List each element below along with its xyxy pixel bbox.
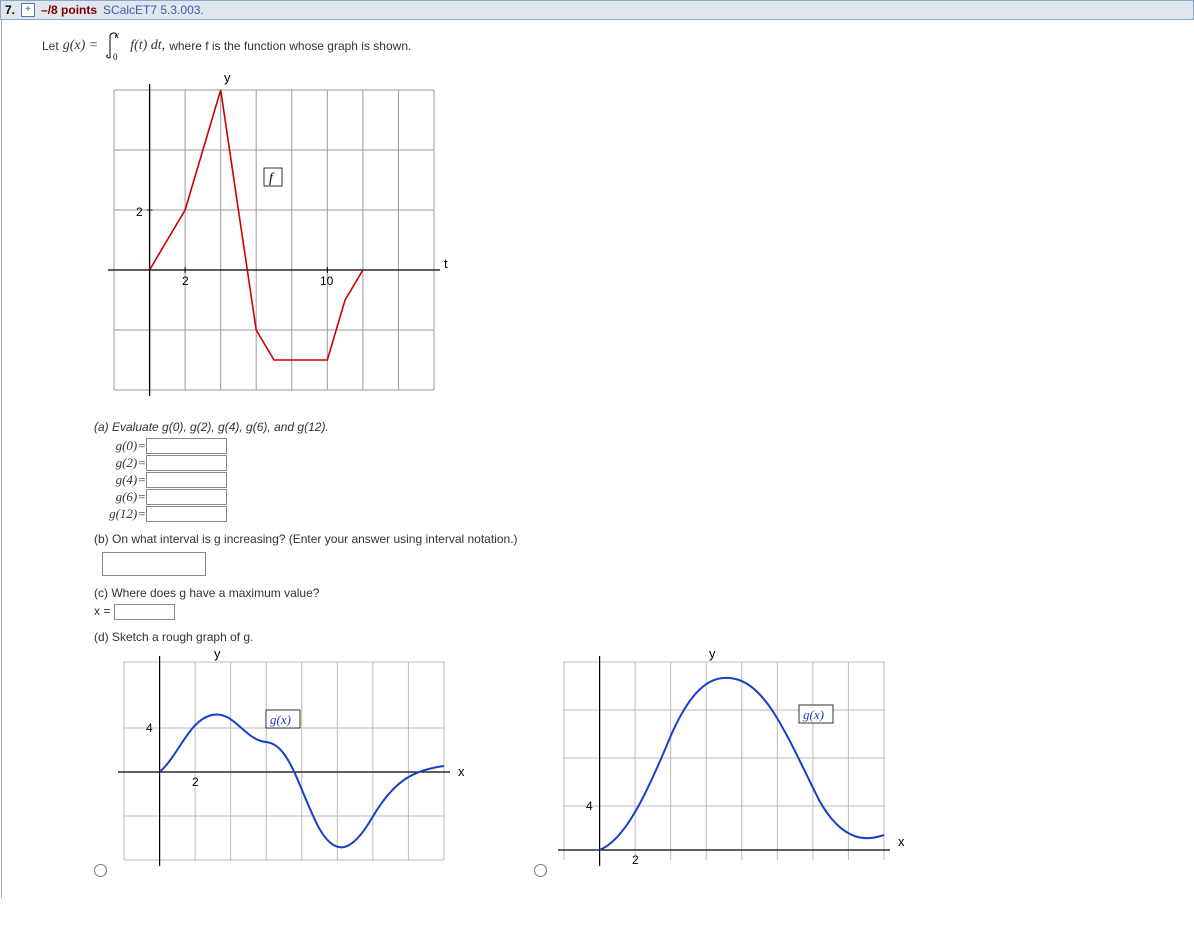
thumb-2: y x 4 2 g(x) — [534, 650, 914, 880]
stmt-gx: g(x) = — [63, 38, 99, 54]
svg-text:g(x): g(x) — [803, 707, 824, 722]
input-g12[interactable] — [146, 506, 227, 522]
problem-statement: Let g(x) = x 0 f(t) dt, where f is the f… — [42, 30, 1184, 62]
thumb-1-graph: y x 4 2 g(x) — [94, 650, 474, 880]
question-number: 7. — [5, 3, 15, 17]
radio-thumb-1[interactable] — [94, 864, 107, 877]
svg-text:x: x — [458, 764, 465, 779]
row-g12: g(12)= — [102, 506, 1184, 522]
row-g4: g(4)= — [102, 472, 1184, 488]
svg-text:2: 2 — [632, 853, 639, 867]
expand-icon[interactable]: + — [21, 3, 35, 17]
part-b-text: (b) On what interval is g increasing? (E… — [94, 532, 1184, 546]
row-g2: g(2)= — [102, 455, 1184, 471]
y-axis-label: y — [224, 70, 231, 85]
svg-text:0: 0 — [113, 52, 118, 62]
row-g6: g(6)= — [102, 489, 1184, 505]
part-c-row: x = — [94, 604, 1184, 620]
thumbnail-row: y x 4 2 g(x) — [94, 650, 1184, 880]
part-a-inputs: g(0)= g(2)= g(4)= g(6)= g(12)= — [102, 438, 1184, 522]
x-tick-10: 10 — [320, 274, 334, 288]
radio-thumb-2[interactable] — [534, 864, 547, 877]
label-g6: g(6)= — [102, 489, 146, 505]
label-x-eq: x = — [94, 604, 110, 618]
label-g12: g(12)= — [102, 506, 146, 522]
input-g2[interactable] — [146, 455, 227, 471]
label-g0: g(0)= — [102, 438, 146, 454]
stmt-lead: Let — [42, 39, 59, 53]
part-a-text: (a) Evaluate g(0), g(2), g(4), g(6), and… — [94, 420, 1184, 434]
row-g0: g(0)= — [102, 438, 1184, 454]
x-axis-label: t — [444, 256, 448, 271]
points-label: –/8 points — [41, 3, 97, 17]
textbook-ref: SCalcET7 5.3.003. — [103, 3, 204, 17]
curve-label-box — [264, 168, 282, 186]
svg-text:4: 4 — [586, 799, 593, 813]
thumb-1: y x 4 2 g(x) — [94, 650, 474, 880]
svg-text:x: x — [898, 834, 905, 849]
label-g4: g(4)= — [102, 472, 146, 488]
input-g6[interactable] — [146, 489, 227, 505]
svg-text:y: y — [214, 650, 221, 661]
stmt-tail: where f is the function whose graph is s… — [169, 39, 411, 53]
part-d-text: (d) Sketch a rough graph of g. — [94, 630, 1184, 644]
input-xmax[interactable] — [114, 604, 175, 620]
y-tick-2: 2 — [136, 205, 143, 219]
thumb-2-graph: y x 4 2 g(x) — [534, 650, 914, 880]
question-body: Let g(x) = x 0 f(t) dt, where f is the f… — [1, 20, 1194, 898]
stmt-integrand: f(t) dt, — [130, 38, 165, 54]
svg-text:2: 2 — [192, 775, 199, 789]
label-g2: g(2)= — [102, 455, 146, 471]
svg-text:y: y — [709, 650, 716, 661]
svg-text:x: x — [114, 30, 119, 40]
input-g0[interactable] — [146, 438, 227, 454]
svg-text:4: 4 — [146, 721, 153, 735]
integral-icon: x 0 — [102, 30, 126, 62]
svg-text:g(x): g(x) — [270, 712, 291, 727]
x-tick-2: 2 — [182, 274, 189, 288]
graph-f: y t 2 2 10 f — [94, 70, 454, 410]
question-header: 7. + –/8 points SCalcET7 5.3.003. — [0, 0, 1194, 20]
part-c-text: (c) Where does g have a maximum value? — [94, 586, 1184, 600]
input-interval[interactable] — [102, 552, 206, 576]
input-g4[interactable] — [146, 472, 227, 488]
